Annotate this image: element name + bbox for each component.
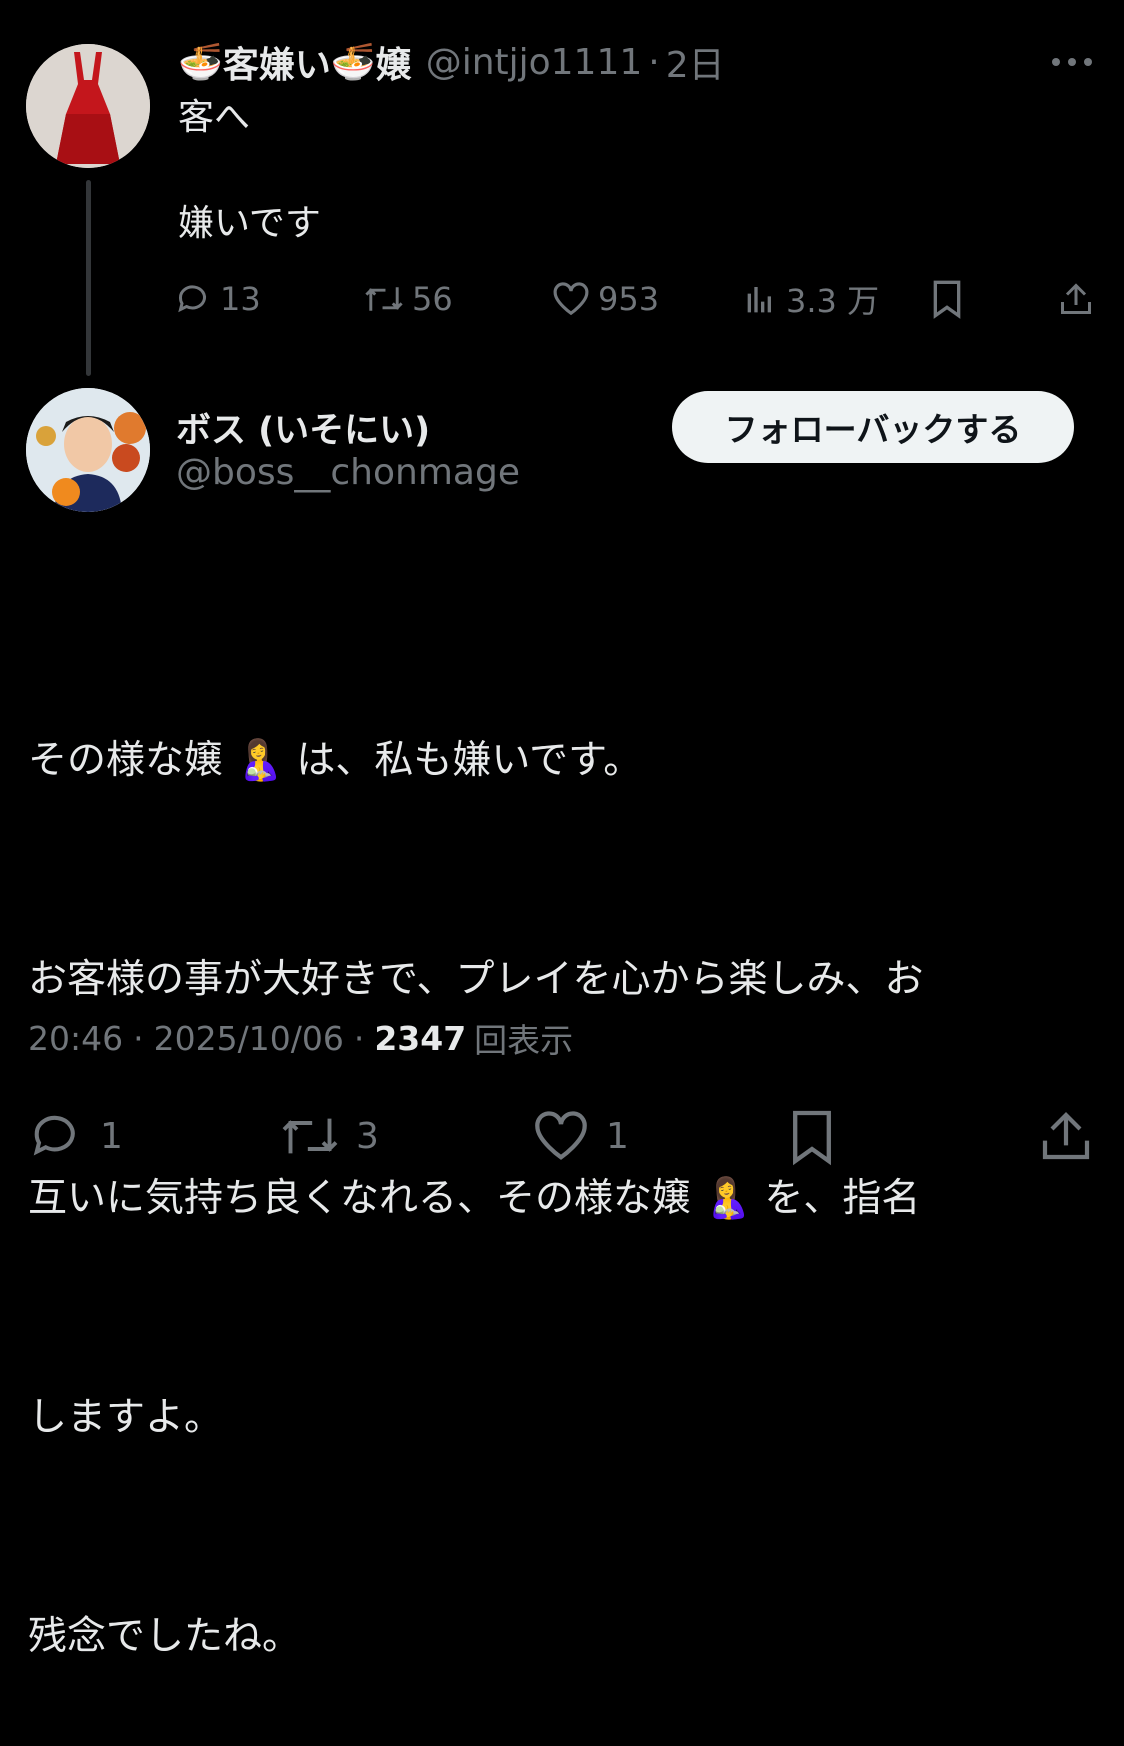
- samurai-avatar-image: [26, 388, 150, 512]
- like-button[interactable]: 1: [532, 1108, 629, 1164]
- reply-icon: [178, 285, 206, 313]
- like-button[interactable]: 953: [552, 278, 659, 320]
- bookmark-icon: [933, 280, 961, 319]
- view-count-label: 回表示: [474, 1021, 574, 1060]
- separator: ·: [648, 41, 660, 83]
- bookmark-icon: [793, 1110, 831, 1166]
- share-button[interactable]: [1038, 1108, 1094, 1164]
- ramen-icon: 🍜: [178, 42, 223, 83]
- tweet-meta: 20:46 · 2025/10/06 · 2347 回表示: [28, 1014, 573, 1062]
- bookmark-button[interactable]: [930, 278, 964, 320]
- separator: ·: [133, 1018, 144, 1058]
- handle[interactable]: @boss__chonmage: [176, 452, 520, 493]
- thread-line: [86, 180, 91, 376]
- share-icon: [1061, 283, 1091, 314]
- reply-button[interactable]: 13: [176, 278, 261, 320]
- retweet-icon: [365, 287, 403, 311]
- retweet-button[interactable]: 56: [362, 278, 453, 320]
- avatar[interactable]: [26, 44, 150, 168]
- heart-icon: [553, 282, 589, 316]
- share-button[interactable]: [1058, 278, 1094, 320]
- analytics-icon: [747, 287, 771, 313]
- dress-avatar-image: [26, 44, 150, 168]
- reply-icon: [33, 1115, 75, 1156]
- tweet-text: 嫌いです: [178, 203, 321, 244]
- display-name[interactable]: ボス (いそにい): [176, 402, 430, 453]
- tweet-text: 客へ: [178, 97, 251, 138]
- retweet-button[interactable]: 3: [276, 1108, 379, 1164]
- reply-button[interactable]: 1: [28, 1108, 123, 1164]
- heart-icon: [535, 1111, 587, 1160]
- display-name[interactable]: 🍜 客嫌い 🍜 嬢: [178, 36, 412, 88]
- share-icon: [1042, 1112, 1090, 1160]
- handle[interactable]: @intjjo1111: [426, 42, 643, 83]
- tweet-time[interactable]: 20:46: [28, 1019, 123, 1058]
- follow-back-button[interactable]: フォローバックする: [672, 391, 1074, 463]
- timestamp[interactable]: 2日: [666, 36, 725, 88]
- avatar[interactable]: [26, 388, 150, 512]
- bookmark-button[interactable]: [788, 1108, 836, 1166]
- more-icon[interactable]: [1048, 52, 1096, 72]
- views-button[interactable]: 3.3 万: [744, 278, 879, 320]
- tweet-date[interactable]: 2025/10/06: [154, 1019, 344, 1058]
- separator: ·: [353, 1018, 365, 1058]
- ramen-icon: 🍜: [330, 42, 376, 83]
- view-count: 2347: [374, 1018, 467, 1058]
- retweet-icon: [282, 1118, 338, 1154]
- tweet-header: 🍜 客嫌い 🍜 嬢 @intjjo1111 · 2日: [178, 36, 725, 88]
